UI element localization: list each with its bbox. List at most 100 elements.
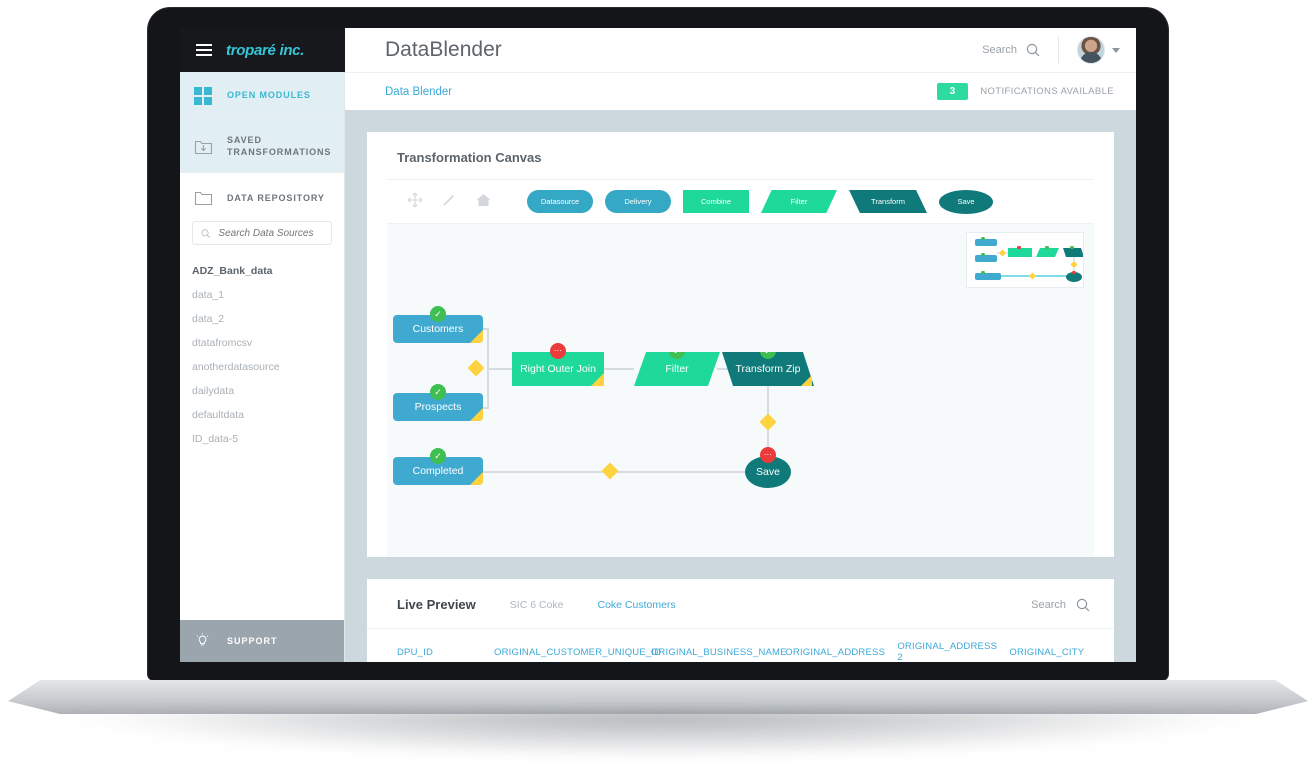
avatar[interactable] bbox=[1077, 36, 1105, 64]
status-alert-icon: ⋯ bbox=[550, 343, 566, 359]
node-right-outer-join[interactable]: ⋯ Right Outer Join bbox=[512, 352, 604, 386]
node-corner-flag bbox=[801, 375, 812, 386]
screenshot-stage: troparé inc. DataBlender Search bbox=[0, 0, 1316, 776]
status-ok-icon: ✓ bbox=[430, 306, 446, 322]
status-ok-icon: ✓ bbox=[669, 343, 685, 359]
node-label: Filter bbox=[665, 363, 688, 375]
palette-label: Save bbox=[957, 197, 974, 206]
preview-search[interactable]: Search bbox=[1031, 598, 1090, 612]
palette-label: Filter bbox=[791, 197, 808, 206]
connector bbox=[472, 471, 767, 473]
top-bar: DataBlender Search bbox=[345, 28, 1136, 72]
table-header-row: DPU_ID ORIGINAL_CUSTOMER_UNIQUE_ID ORIGI… bbox=[367, 629, 1114, 663]
list-item[interactable]: data_2 bbox=[192, 307, 344, 331]
live-preview-title: Live Preview bbox=[397, 597, 476, 612]
folder-download-icon bbox=[194, 137, 213, 156]
list-item[interactable]: anotherdatasource bbox=[192, 355, 344, 379]
list-item[interactable]: ID_data-5 bbox=[192, 427, 344, 451]
node-prospects[interactable]: ✓ Prospects bbox=[393, 393, 483, 421]
hamburger-icon[interactable] bbox=[196, 44, 212, 56]
pencil-icon[interactable] bbox=[441, 192, 465, 212]
live-preview-card: Live Preview SIC 6 Coke Coke Customers S… bbox=[367, 579, 1114, 662]
node-label: Right Outer Join bbox=[520, 363, 596, 375]
move-icon[interactable] bbox=[407, 192, 431, 212]
node-label: Prospects bbox=[415, 401, 462, 413]
user-menu[interactable] bbox=[1058, 37, 1136, 63]
node-filter[interactable]: ✓ Filter bbox=[634, 352, 720, 386]
palette-datasource[interactable]: Datasource bbox=[527, 190, 593, 213]
main-content: Transformation Canvas bbox=[345, 110, 1136, 662]
tab-sic-6-coke[interactable]: SIC 6 Coke bbox=[510, 599, 564, 611]
global-search-label: Search bbox=[982, 44, 1017, 56]
palette-filter[interactable]: Filter bbox=[761, 190, 837, 213]
tab-coke-customers[interactable]: Coke Customers bbox=[597, 599, 675, 611]
column-header[interactable]: ORIGINAL_CITY bbox=[1009, 629, 1114, 663]
node-label: Save bbox=[756, 466, 780, 478]
node-label: Transform Zip bbox=[736, 363, 801, 375]
palette-delivery[interactable]: Delivery bbox=[605, 190, 671, 213]
home-icon[interactable] bbox=[475, 192, 499, 212]
node-label: Customers bbox=[413, 323, 464, 335]
column-header[interactable]: ORIGINAL_ADDRESS bbox=[785, 629, 897, 663]
sidebar-item-label: OPEN MODULES bbox=[227, 89, 311, 101]
notification-label: NOTIFICATIONS AVAILABLE bbox=[980, 86, 1114, 97]
preview-table: DPU_ID ORIGINAL_CUSTOMER_UNIQUE_ID ORIGI… bbox=[367, 628, 1114, 662]
palette-label: Combine bbox=[701, 197, 731, 206]
page-title: DataBlender bbox=[385, 38, 502, 62]
list-item[interactable]: dailydata bbox=[192, 379, 344, 403]
node-corner-flag bbox=[470, 408, 483, 421]
sidebar-item-label: DATA REPOSITORY bbox=[227, 192, 325, 204]
grid-icon bbox=[194, 86, 213, 105]
connector-handle[interactable] bbox=[602, 463, 619, 480]
column-header[interactable]: DPU_ID bbox=[367, 629, 494, 663]
notifications[interactable]: 3 NOTIFICATIONS AVAILABLE bbox=[937, 83, 1136, 100]
palette-label: Datasource bbox=[541, 197, 579, 206]
list-item[interactable]: defaultdata bbox=[192, 403, 344, 427]
application-window: troparé inc. DataBlender Search bbox=[180, 28, 1136, 662]
brand-bar: troparé inc. bbox=[180, 28, 345, 72]
node-customers[interactable]: ✓ Customers bbox=[393, 315, 483, 343]
column-header[interactable]: ORIGINAL_BUSINESS_NAME bbox=[651, 629, 785, 663]
connector bbox=[487, 368, 512, 370]
node-completed[interactable]: ✓ Completed bbox=[393, 457, 483, 485]
canvas-area[interactable]: Datasource Delivery Combine Filter Trans… bbox=[387, 179, 1094, 557]
palette-label: Delivery bbox=[624, 197, 651, 206]
sidebar-item-data-repository[interactable]: DATA REPOSITORY bbox=[180, 173, 344, 217]
connector-handle[interactable] bbox=[760, 414, 777, 431]
connector-handle[interactable] bbox=[468, 360, 485, 377]
support-button[interactable]: SUPPORT bbox=[180, 620, 344, 662]
search-icon[interactable] bbox=[1076, 598, 1090, 612]
search-input[interactable] bbox=[218, 228, 323, 239]
lightbulb-icon bbox=[194, 632, 213, 651]
data-source-search[interactable] bbox=[192, 221, 332, 245]
node-corner-flag bbox=[470, 472, 483, 485]
node-graph[interactable]: ✓ Customers ✓ Prospects ✓ Completed bbox=[387, 224, 1094, 557]
column-header[interactable]: ORIGINAL_ADDRESS 2 bbox=[897, 629, 1009, 663]
status-alert-icon: ⋯ bbox=[760, 447, 776, 463]
canvas-toolbar: Datasource Delivery Combine Filter Trans… bbox=[387, 180, 1094, 224]
list-item[interactable]: ADZ_Bank_data bbox=[192, 259, 344, 283]
connector bbox=[604, 368, 634, 370]
sidebar-item-open-modules[interactable]: OPEN MODULES bbox=[180, 72, 344, 120]
sidebar: OPEN MODULES SAVED TRANSFORMATIONS bbox=[180, 72, 345, 662]
node-save[interactable]: ⋯ Save bbox=[745, 456, 791, 488]
palette-combine[interactable]: Combine bbox=[683, 190, 749, 213]
search-icon bbox=[201, 228, 210, 239]
transformation-canvas-card: Transformation Canvas bbox=[367, 132, 1114, 557]
sidebar-item-saved-transformations[interactable]: SAVED TRANSFORMATIONS bbox=[180, 120, 344, 173]
global-search[interactable]: Search bbox=[982, 43, 1058, 57]
chevron-down-icon[interactable] bbox=[1112, 48, 1120, 53]
laptop-shadow bbox=[70, 712, 1250, 758]
palette-transform[interactable]: Transform bbox=[849, 190, 927, 213]
live-preview-header: Live Preview SIC 6 Coke Coke Customers S… bbox=[367, 579, 1114, 628]
breadcrumb[interactable]: Data Blender bbox=[385, 86, 452, 98]
sidebar-item-label: SAVED TRANSFORMATIONS bbox=[227, 134, 332, 158]
node-transform-zip[interactable]: ✓ Transform Zip bbox=[722, 352, 814, 386]
search-icon[interactable] bbox=[1026, 43, 1040, 57]
column-header[interactable]: ORIGINAL_CUSTOMER_UNIQUE_ID bbox=[494, 629, 651, 663]
palette-save[interactable]: Save bbox=[939, 190, 993, 214]
palette-label: Transform bbox=[871, 197, 905, 206]
list-item[interactable]: dtatafromcsv bbox=[192, 331, 344, 355]
node-corner-flag bbox=[470, 330, 483, 343]
list-item[interactable]: data_1 bbox=[192, 283, 344, 307]
